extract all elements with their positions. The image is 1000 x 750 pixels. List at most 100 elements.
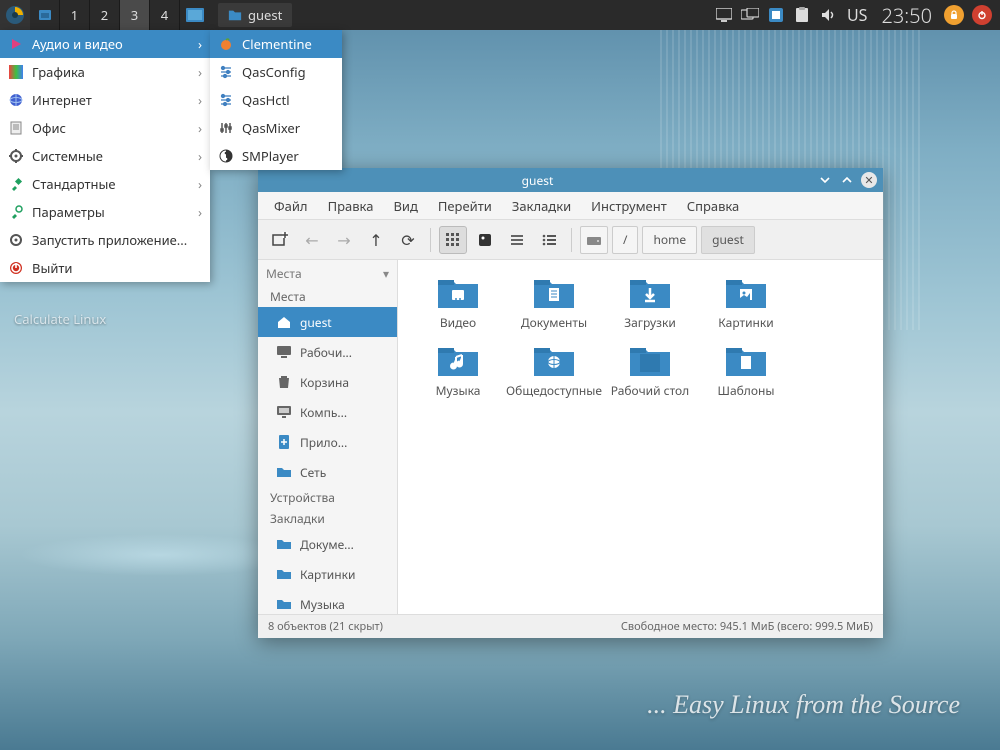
volume-tray-icon[interactable] (819, 6, 837, 24)
fm-menu-перейти[interactable]: Перейти (428, 193, 502, 219)
folder-icon (276, 596, 292, 612)
fm-titlebar[interactable]: guest ✕ (258, 168, 883, 192)
qasmix-icon (218, 120, 234, 136)
fm-statusbar: 8 объектов (21 скрыт) Свободное место: 9… (258, 614, 883, 638)
menu-item-run[interactable]: Запустить приложение... (0, 226, 210, 254)
apps-icon (276, 434, 292, 450)
sidebar-item-folder-Музыка[interactable]: Музыка (258, 589, 397, 614)
sidebar-item-apps-Прило...[interactable]: Прило... (258, 427, 397, 457)
submenu-item-smplayer[interactable]: SMPlayer (210, 142, 342, 170)
folder-icon (626, 272, 674, 312)
clock[interactable]: 23:50 (881, 2, 932, 29)
path-home[interactable]: home (642, 226, 697, 254)
submenu-item-clementine[interactable]: Clementine (210, 30, 342, 58)
fm-toolbar: ← → ↑ ⟳ / home guest (258, 220, 883, 260)
fm-menubar: ФайлПравкаВидПерейтиЗакладкиИнструментСп… (258, 192, 883, 220)
media-icon (8, 36, 24, 52)
submenu-item-qasmixer[interactable]: QasMixer (210, 114, 342, 142)
workspace-3[interactable]: 3 (120, 0, 150, 30)
sidebar-item-folder-Картинки[interactable]: Картинки (258, 559, 397, 589)
folder-video[interactable]: Видео (410, 272, 506, 330)
status-left: 8 объектов (21 скрыт) (268, 619, 383, 634)
keyboard-layout[interactable]: US (847, 4, 867, 26)
app-launcher-button[interactable] (0, 0, 30, 30)
workspace-2[interactable]: 2 (90, 0, 120, 30)
new-tab-button[interactable] (266, 226, 294, 254)
thumbnail-view-button[interactable] (471, 226, 499, 254)
sidebar-item-computer-Компь...[interactable]: Компь... (258, 397, 397, 427)
fm-menu-справка[interactable]: Справка (677, 193, 750, 219)
clementine-icon (218, 36, 234, 52)
fm-menu-правка[interactable]: Правка (318, 193, 384, 219)
fm-menu-вид[interactable]: Вид (383, 193, 427, 219)
fm-menu-файл[interactable]: Файл (264, 193, 318, 219)
chevron-right-icon: › (198, 175, 202, 193)
sidebar-header[interactable]: Места▾ (258, 260, 397, 286)
chevron-right-icon: › (198, 35, 202, 53)
fm-content[interactable]: ВидеоДокументыЗагрузкиКартинки МузыкаОбще… (398, 260, 883, 614)
path-root[interactable]: / (612, 226, 638, 254)
menu-item-media[interactable]: Аудио и видео› (0, 30, 210, 58)
menu-item-internet[interactable]: Интернет› (0, 86, 210, 114)
sidebar-item-home-guest[interactable]: guest (258, 307, 397, 337)
submenu-item-qasconfig[interactable]: QasConfig (210, 58, 342, 86)
maximize-button[interactable] (839, 172, 855, 188)
folder-docs[interactable]: Документы (506, 272, 602, 330)
show-desktop-button[interactable] (180, 0, 210, 30)
workspace-4[interactable]: 4 (150, 0, 180, 30)
menu-item-office[interactable]: Офис› (0, 114, 210, 142)
screens-tray-icon[interactable] (741, 6, 759, 24)
folder-icon (530, 340, 578, 380)
power-button[interactable] (972, 5, 992, 25)
chevron-right-icon: › (198, 91, 202, 109)
up-button[interactable]: ↑ (362, 226, 390, 254)
icon-view-button[interactable] (439, 226, 467, 254)
forward-button[interactable]: → (330, 226, 358, 254)
application-menu: Аудио и видео›Графика›Интернет›Офис›Сист… (0, 30, 210, 282)
sidebar-item-trash-Корзина[interactable]: Корзина (258, 367, 397, 397)
params-icon (8, 204, 24, 220)
fm-sidebar: Места▾ МестаguestРабочи...КорзинаКомпь..… (258, 260, 398, 614)
back-button[interactable]: ← (298, 226, 326, 254)
fm-menu-закладки[interactable]: Закладки (502, 193, 581, 219)
detail-view-button[interactable] (535, 226, 563, 254)
chevron-right-icon: › (198, 63, 202, 81)
office-icon (8, 120, 24, 136)
sidebar-item-folder-Докуме...[interactable]: Докуме... (258, 529, 397, 559)
path-guest[interactable]: guest (701, 226, 755, 254)
network-tray-icon[interactable] (767, 6, 785, 24)
workspace-1[interactable]: 1 (60, 0, 90, 30)
minimize-button[interactable] (817, 172, 833, 188)
close-button[interactable]: ✕ (861, 172, 877, 188)
menu-item-graphics[interactable]: Графика› (0, 58, 210, 86)
folder-downloads[interactable]: Загрузки (602, 272, 698, 330)
internet-icon (8, 92, 24, 108)
folder-templates[interactable]: Шаблоны (698, 340, 794, 398)
menu-item-logout[interactable]: Выйти (0, 254, 210, 282)
clipboard-tray-icon[interactable] (793, 6, 811, 24)
home-pager-button[interactable] (30, 0, 60, 30)
sidebar-item-desktop-Рабочи...[interactable]: Рабочи... (258, 337, 397, 367)
lock-button[interactable] (944, 5, 964, 25)
compact-view-button[interactable] (503, 226, 531, 254)
folder-public[interactable]: Общедоступные (506, 340, 602, 398)
sidebar-section-Закладки: Закладки (258, 508, 397, 529)
taskbar: 1 2 3 4 guest US 23:50 (0, 0, 1000, 30)
fm-menu-инструмент[interactable]: Инструмент (581, 193, 677, 219)
reload-button[interactable]: ⟳ (394, 226, 422, 254)
smplayer-icon (218, 148, 234, 164)
folder-pictures[interactable]: Картинки (698, 272, 794, 330)
chevron-right-icon: › (198, 147, 202, 165)
menu-item-system[interactable]: Системные› (0, 142, 210, 170)
folder-desktop[interactable]: Рабочий стол (602, 340, 698, 398)
folder-icon (626, 340, 674, 380)
home-icon (276, 314, 292, 330)
path-disk-button[interactable] (580, 226, 608, 254)
submenu-item-qashctl[interactable]: QasHctl (210, 86, 342, 114)
folder-music[interactable]: Музыка (410, 340, 506, 398)
menu-item-params[interactable]: Параметры› (0, 198, 210, 226)
taskbar-task-guest[interactable]: guest (218, 3, 292, 27)
screen-tray-icon[interactable] (715, 6, 733, 24)
sidebar-item-network-Сеть[interactable]: Сеть (258, 457, 397, 487)
menu-item-standard[interactable]: Стандартные› (0, 170, 210, 198)
